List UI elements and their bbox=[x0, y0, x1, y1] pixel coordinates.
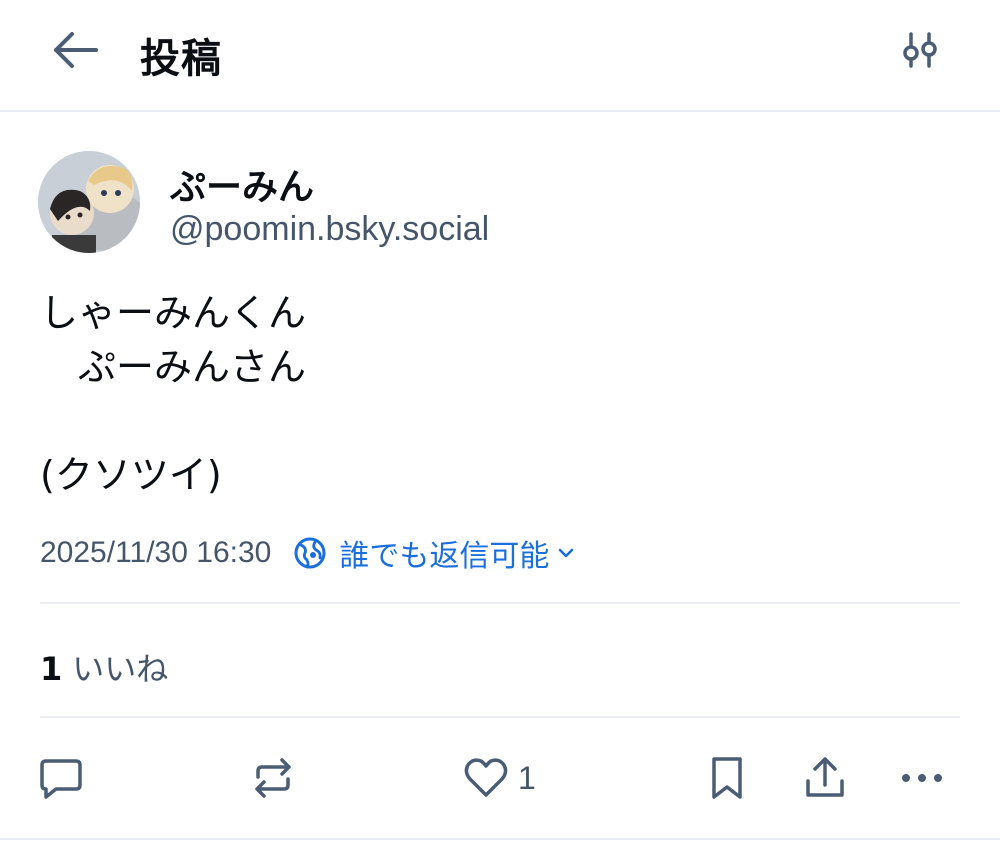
like-count: 1 bbox=[518, 759, 536, 796]
likes-count: 1 bbox=[40, 650, 63, 688]
heart-icon bbox=[464, 758, 508, 797]
author-handle[interactable]: @poomin.bsky.social bbox=[170, 210, 489, 249]
repost-icon bbox=[255, 758, 291, 798]
post-meta: 2025/11/30 16:30 誰でも返信可能 bbox=[40, 531, 575, 575]
more-options-button[interactable] bbox=[898, 752, 946, 804]
likes-label: いいね bbox=[72, 650, 169, 688]
comment-icon bbox=[40, 759, 82, 799]
reply-setting-button[interactable]: 誰でも返信可能 bbox=[293, 531, 575, 575]
divider bbox=[40, 716, 960, 718]
arrow-left-icon bbox=[54, 32, 98, 68]
bookmark-button[interactable] bbox=[706, 752, 748, 804]
back-button[interactable] bbox=[48, 28, 102, 72]
avatar[interactable] bbox=[38, 151, 140, 253]
repost-button[interactable] bbox=[250, 752, 296, 804]
top-bar: 投稿 bbox=[0, 0, 1000, 112]
reply-setting-label: 誰でも返信可能 bbox=[339, 539, 550, 574]
post-text: しゃーみんくん ぷーみんさん (クソツイ) bbox=[40, 291, 307, 497]
earth-icon bbox=[294, 537, 326, 569]
chevron-down-icon bbox=[559, 548, 574, 558]
divider bbox=[40, 602, 960, 604]
thread-settings-button[interactable] bbox=[896, 28, 944, 72]
bookmark-icon bbox=[712, 757, 742, 799]
page-title: 投稿 bbox=[140, 36, 222, 82]
sliders-icon bbox=[903, 32, 937, 68]
share-button[interactable] bbox=[802, 752, 848, 804]
post-timestamp: 2025/11/30 16:30 bbox=[40, 536, 272, 569]
divider bbox=[0, 838, 1000, 840]
author-display-name[interactable]: ぷーみん bbox=[170, 158, 314, 210]
likes-summary[interactable]: 1 いいね bbox=[40, 644, 168, 690]
more-dots-icon bbox=[902, 774, 942, 782]
share-icon bbox=[806, 757, 844, 797]
reply-button[interactable] bbox=[38, 752, 84, 804]
like-button[interactable]: 1 bbox=[462, 752, 536, 804]
avatar-image bbox=[38, 151, 140, 253]
